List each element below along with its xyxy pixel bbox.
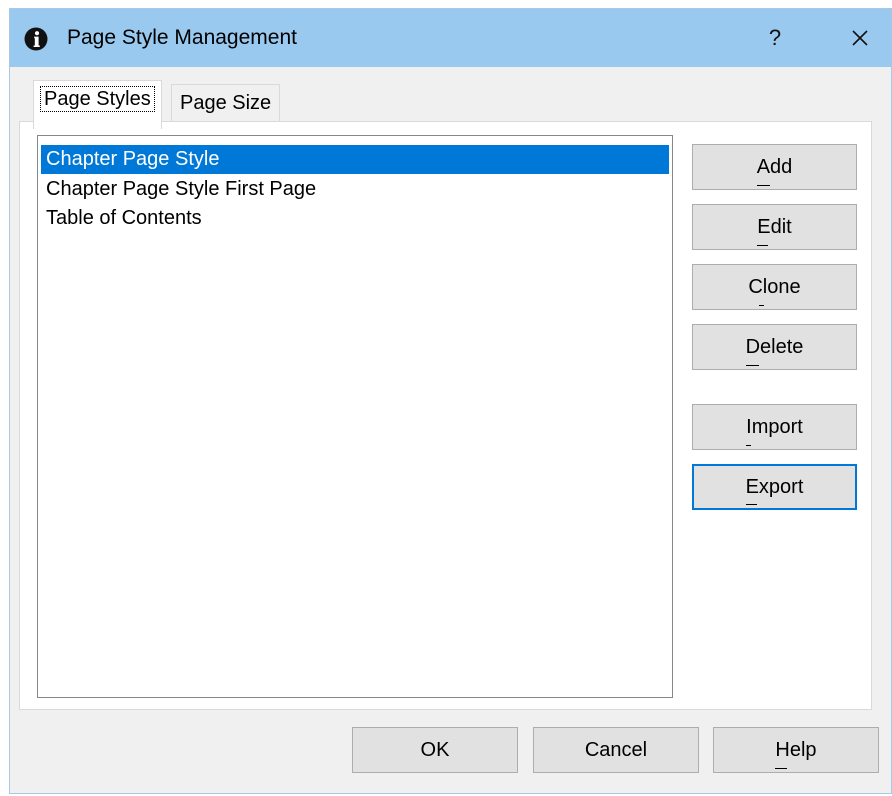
clone-button[interactable]: Clone — [692, 264, 857, 310]
delete-button[interactable]: Delete — [692, 324, 857, 370]
help-button-label: Help — [775, 728, 817, 772]
delete-button-label: Delete — [745, 325, 803, 369]
tab-page-styles-label: Page Styles — [40, 86, 155, 112]
clone-button-label: Clone — [748, 265, 801, 309]
tab-page-styles[interactable]: Page Styles — [33, 80, 162, 129]
help-title-button[interactable]: ? — [758, 20, 792, 56]
ok-button-label: OK — [420, 739, 450, 761]
tab-page-size[interactable]: Page Size — [171, 84, 281, 124]
edit-button-label: Edit — [757, 205, 792, 249]
import-button[interactable]: Import — [692, 404, 857, 450]
info-circle-icon — [24, 27, 48, 51]
add-button-label: Add — [756, 145, 792, 189]
window-title: Page Style Management — [67, 26, 297, 49]
tab-page-size-label: Page Size — [180, 92, 272, 114]
export-button[interactable]: Export — [692, 464, 857, 510]
list-item[interactable]: Table of Contents — [41, 204, 669, 233]
export-button-label: Export — [745, 466, 803, 508]
add-button[interactable]: Add — [692, 144, 857, 190]
cancel-button-label: Cancel — [584, 739, 648, 761]
import-button-label: Import — [746, 405, 803, 449]
cancel-button[interactable]: Cancel — [533, 727, 699, 773]
help-button[interactable]: Help — [713, 727, 879, 773]
title-bar[interactable]: Page Style Management ? — [10, 9, 891, 67]
close-icon[interactable] — [842, 20, 878, 56]
page-styles-list[interactable]: Chapter Page Style Chapter Page Style Fi… — [37, 135, 673, 698]
list-item[interactable]: Chapter Page Style — [41, 145, 669, 174]
edit-button[interactable]: Edit — [692, 204, 857, 250]
ok-button[interactable]: OK — [352, 727, 518, 773]
list-item[interactable]: Chapter Page Style First Page — [41, 175, 669, 204]
